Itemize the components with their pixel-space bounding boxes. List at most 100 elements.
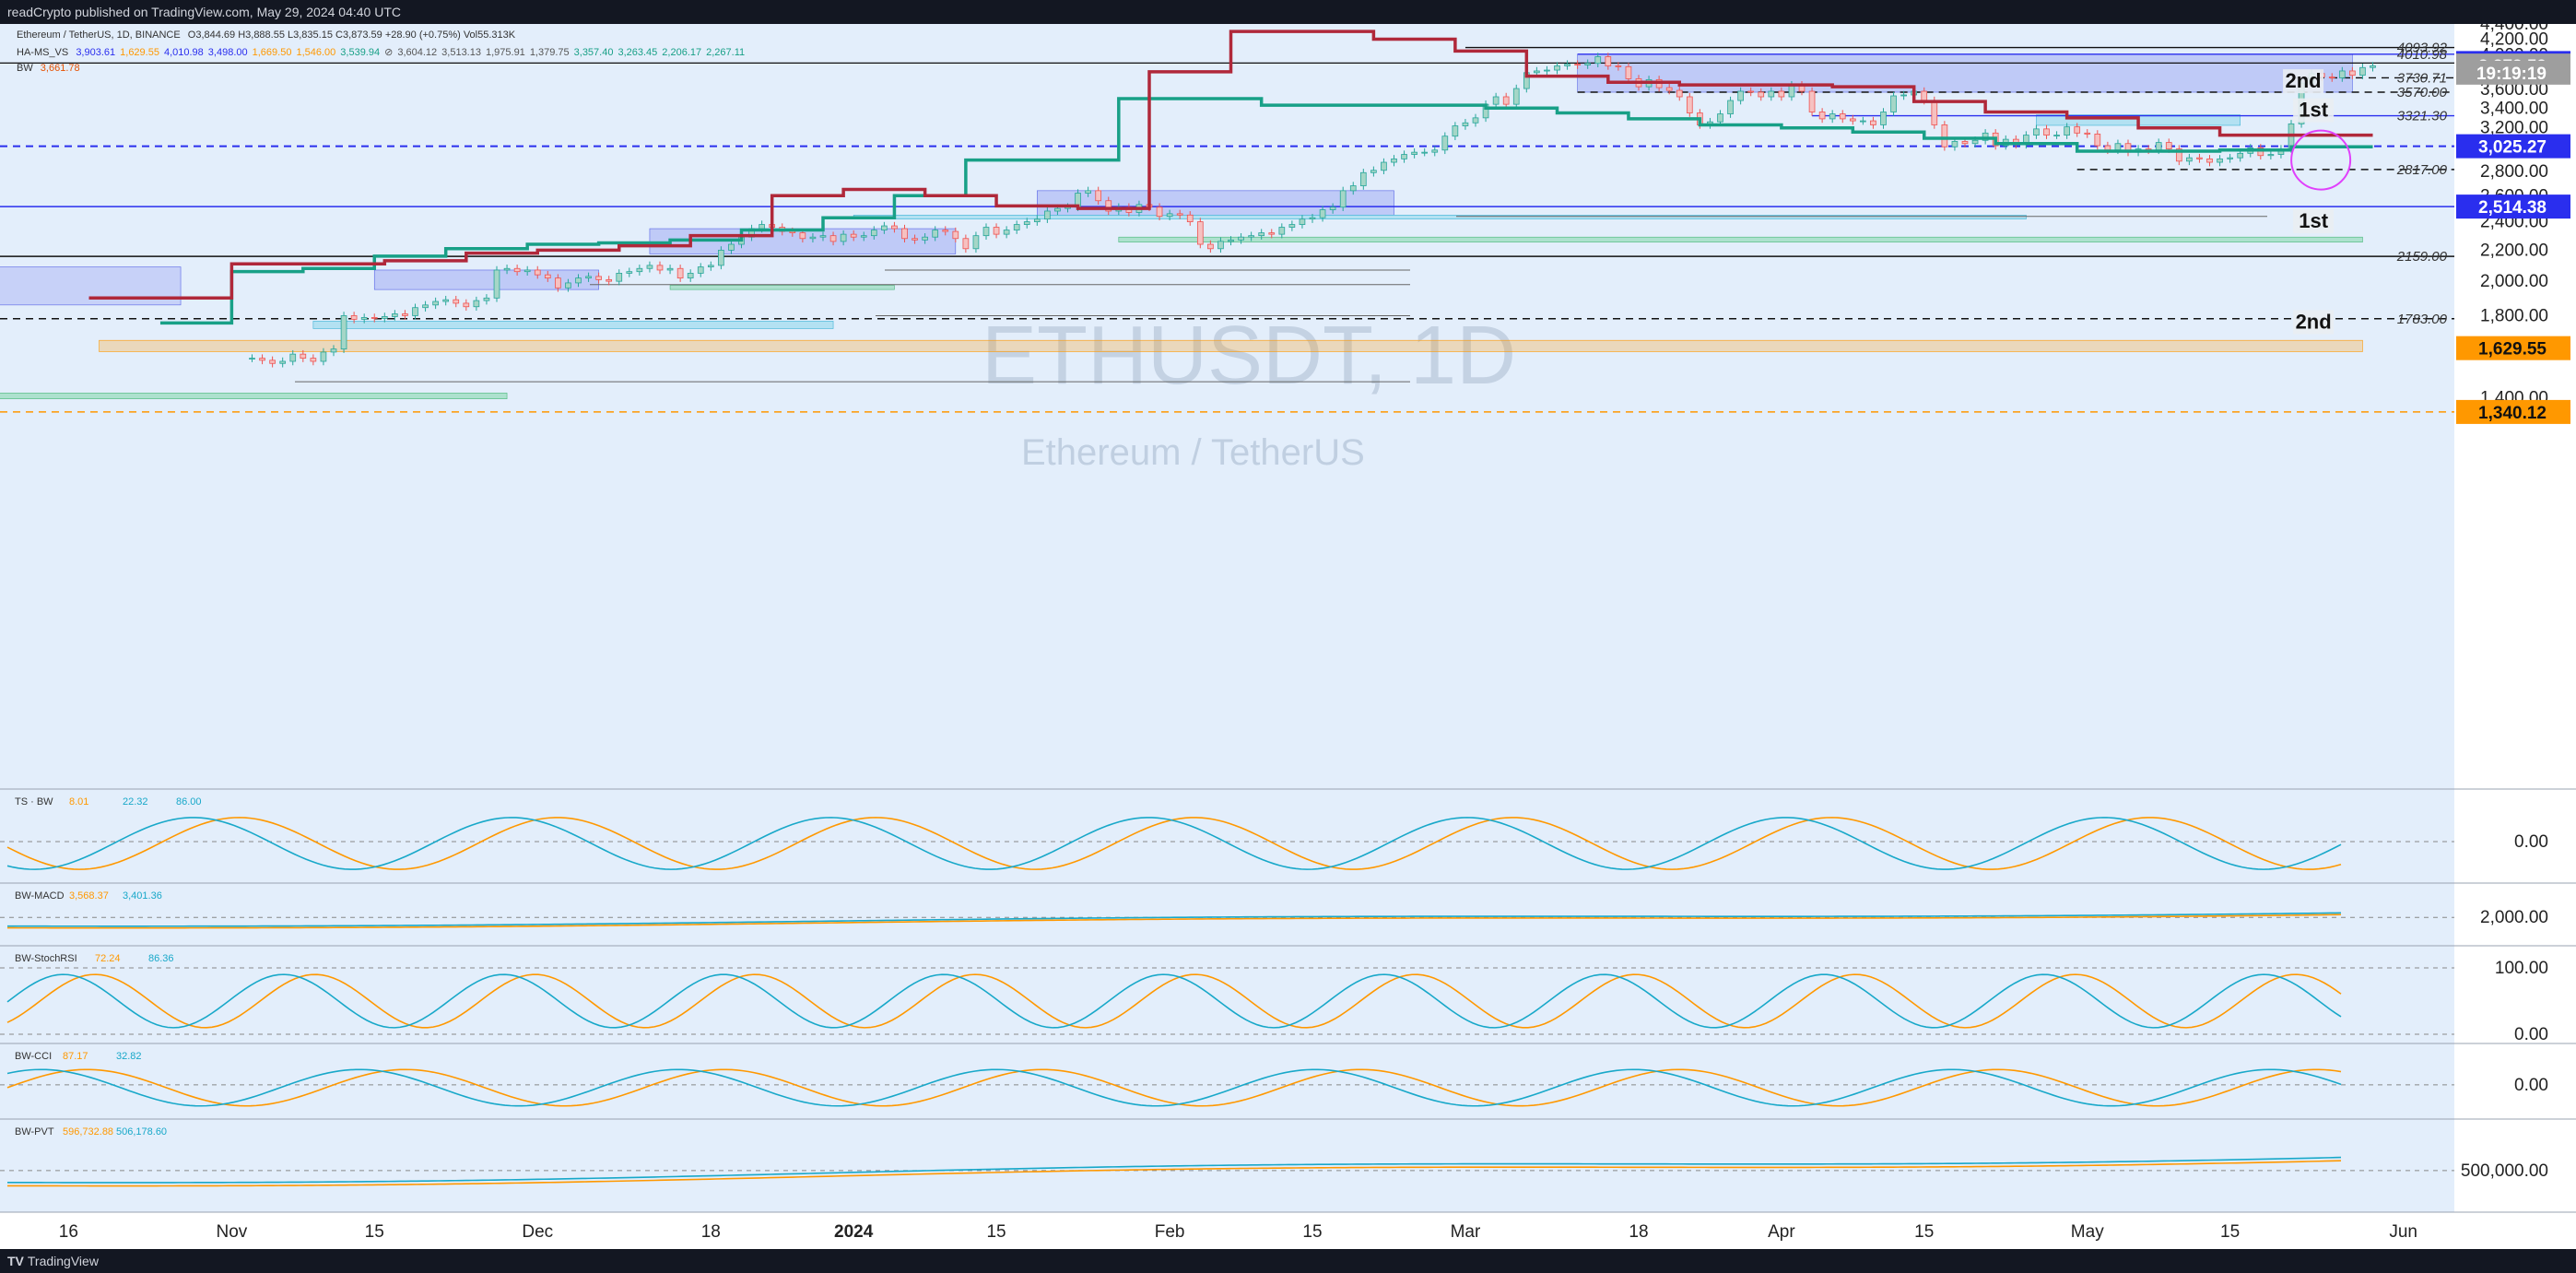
candle-up — [1564, 64, 1570, 66]
candle-up — [707, 265, 714, 267]
price-badge-label: 1,629.55 — [2478, 340, 2547, 360]
level-label: 3570.00 — [2397, 85, 2448, 100]
candle-down — [1615, 65, 1622, 67]
tradingview-logo-icon: TV — [7, 1254, 24, 1268]
candle-down — [993, 227, 1000, 235]
chart-canvas[interactable]: ETHUSDT, 1DEthereum / TetherUS4093.92401… — [0, 15, 2576, 1249]
candle-down — [269, 360, 276, 364]
candle-up — [1512, 88, 1520, 105]
indicator-value: 32.82 — [116, 1051, 142, 1062]
annotation-label: 2nd — [2286, 69, 2322, 92]
indicator-ref-label: 500,000.00 — [2461, 1161, 2548, 1181]
time-tick-label: 15 — [2220, 1222, 2240, 1242]
legend-symbol-row: Ethereum / TetherUS, 1D, BINANCE O3,844.… — [17, 29, 520, 41]
candle-up — [819, 235, 827, 238]
time-tick-label: 18 — [1629, 1222, 1648, 1242]
candle-up — [1951, 141, 1958, 147]
candle-up — [2370, 65, 2376, 68]
legend-bw-label[interactable]: BW — [17, 63, 33, 74]
candle-up — [1013, 224, 1020, 230]
time-tick-label: Mar — [1451, 1222, 1481, 1242]
candle-up — [585, 276, 592, 279]
candle-up — [493, 269, 500, 299]
candle-up — [1319, 209, 1326, 218]
annotation-label: 1st — [2299, 209, 2328, 232]
chart-area[interactable]: ETHUSDT, 1D Ethereum / TetherUS 4093.92 401… — [0, 15, 2576, 1249]
candle-down — [1196, 221, 1204, 245]
candle-up — [1492, 96, 1500, 105]
candle-up — [1421, 151, 1429, 154]
candle-up — [565, 282, 571, 289]
candle-up — [809, 236, 817, 240]
candle-up — [1431, 149, 1439, 153]
indicator-value: 3,568.37 — [69, 890, 109, 902]
level-label: 4010.98 — [2397, 47, 2448, 63]
candle-up — [249, 358, 255, 360]
zone-box — [1118, 236, 2363, 242]
candle-up — [1085, 190, 1091, 194]
candle-up — [1452, 125, 1459, 137]
candle-up — [2114, 143, 2122, 151]
legend-ha-value: 4,010.98 — [163, 47, 204, 58]
candle-up — [759, 224, 765, 230]
level-label: 2817.00 — [2396, 162, 2448, 178]
candle-down — [595, 276, 602, 280]
indicator-title: BW-CCI — [15, 1051, 52, 1062]
indicator-value: 87.17 — [63, 1051, 88, 1062]
candle-down — [2074, 126, 2081, 134]
candle-up — [728, 243, 735, 251]
publisher-bar: readCrypto published on TradingView.com,… — [0, 0, 2576, 24]
legend-ha-value: 3,513.13 — [441, 47, 481, 58]
candle-up — [1359, 171, 1367, 186]
candle-down — [1808, 90, 1816, 112]
candle-up — [1768, 90, 1775, 98]
candle-down — [2196, 157, 2203, 159]
candle-up — [1349, 185, 1357, 192]
price-tick-label: 2,200.00 — [2480, 241, 2548, 260]
candle-up — [1258, 232, 1265, 237]
candle-up — [1299, 218, 1306, 225]
candle-up — [289, 353, 297, 362]
legend-ha-value: 3,357.40 — [573, 47, 614, 58]
time-scale-background — [0, 1212, 2576, 1249]
candle-down — [2094, 134, 2101, 147]
candle-up — [2186, 157, 2193, 162]
indicator-value: 8.01 — [69, 796, 88, 807]
zone-box — [0, 393, 508, 399]
candle-up — [982, 227, 990, 237]
legend-ha-row: HA-MS_VS 3,903.61 1,629.55 4,010.98 3,498.0… — [17, 46, 749, 58]
time-tick-label: May — [2071, 1222, 2104, 1242]
candle-down — [676, 267, 684, 279]
candle-up — [687, 273, 694, 279]
candle-down — [1268, 232, 1276, 235]
candle-up — [330, 348, 337, 353]
legend-ha-value: 1,975.91 — [485, 47, 525, 58]
zone-box — [853, 214, 2027, 219]
candle-down — [799, 232, 806, 240]
candle-up — [1248, 235, 1254, 238]
candle-down — [350, 315, 358, 320]
candle-up — [1391, 158, 1397, 163]
legend-ha-label[interactable]: HA-MS_VS — [17, 47, 68, 58]
time-tick-label: Jun — [2389, 1222, 2417, 1242]
time-tick-label: 18 — [701, 1222, 721, 1242]
candle-up — [1971, 139, 1979, 145]
candle-down — [259, 358, 265, 361]
candle-up — [412, 307, 418, 316]
candle-up — [1860, 120, 1866, 123]
candle-up — [1278, 227, 1286, 235]
time-tick-label: 15 — [1914, 1222, 1934, 1242]
candle-down — [2104, 145, 2111, 151]
legend-ha-value: 2,206.17 — [662, 47, 702, 58]
legend-ha-value: 3,604.12 — [397, 47, 438, 58]
candle-up — [932, 230, 939, 238]
candle-up — [2217, 158, 2223, 163]
level-label: 3321.30 — [2397, 109, 2448, 124]
candle-up — [279, 360, 287, 364]
candle-up — [360, 317, 368, 320]
legend-symbol[interactable]: Ethereum / TetherUS, 1D, BINANCE — [17, 29, 181, 41]
candle-up — [2155, 142, 2162, 151]
time-tick-label: Dec — [522, 1222, 553, 1242]
candle-down — [606, 278, 613, 282]
indicator-ref-label: 0.00 — [2514, 1076, 2548, 1095]
